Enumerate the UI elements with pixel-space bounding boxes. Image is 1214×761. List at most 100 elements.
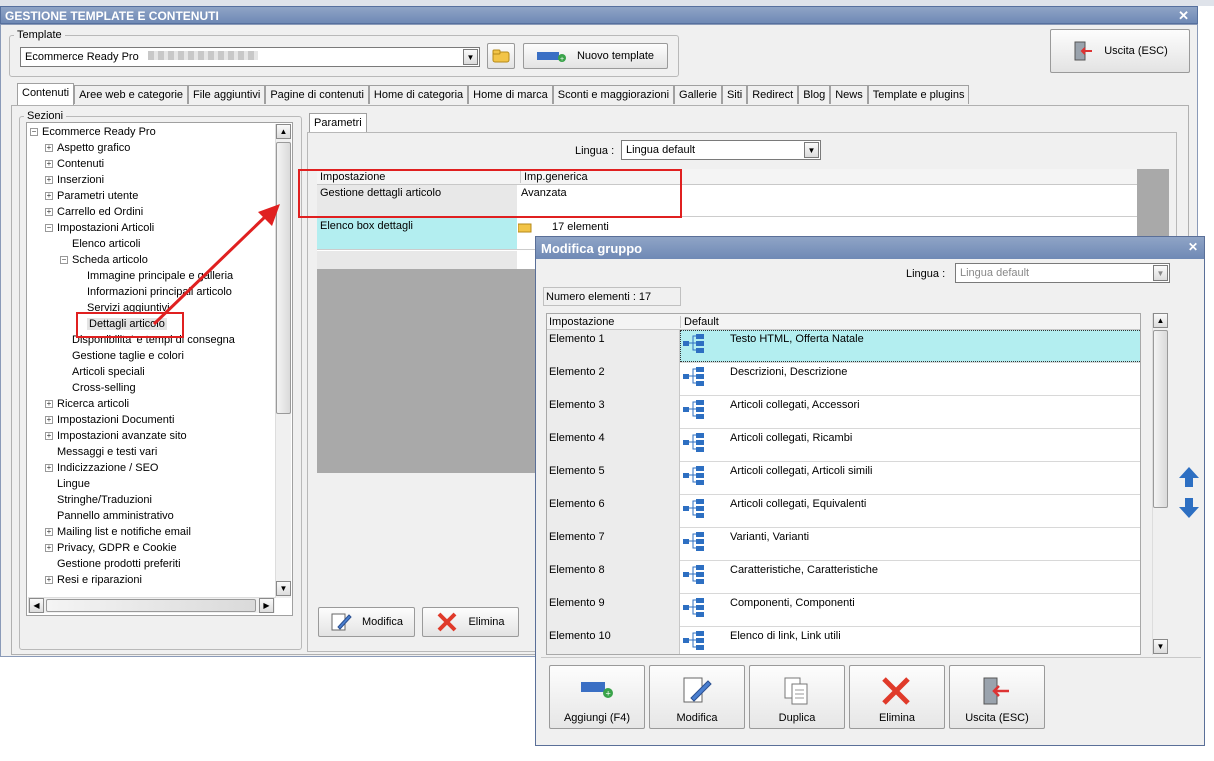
tree-node[interactable]: Stringhe/Traduzioni	[28, 492, 274, 508]
expand-icon[interactable]: +	[45, 176, 53, 185]
expand-icon[interactable]: +	[45, 528, 53, 537]
dialog-row[interactable]: Elemento 5 Articoli collegati, Articoli s…	[547, 462, 1140, 495]
window-close-icon[interactable]: ✕	[1178, 8, 1189, 24]
tree-hscrollbar[interactable]: ◀ ▶	[28, 597, 275, 613]
tab-5[interactable]: Home di marca	[468, 85, 553, 104]
dialog-close-icon[interactable]: ✕	[1188, 240, 1198, 254]
dialog-row[interactable]: Elemento 3 Articoli collegati, Accessori	[547, 396, 1140, 429]
dialog-scroll-thumb[interactable]	[1153, 330, 1168, 508]
tree-node[interactable]: + Contenuti	[28, 156, 274, 172]
chevron-down-icon[interactable]: ▼	[1153, 265, 1168, 281]
tree-node-label: Resi e riparazioni	[57, 574, 142, 586]
scroll-down-icon[interactable]: ▼	[276, 581, 291, 596]
expand-icon[interactable]: +	[45, 192, 53, 201]
expand-icon[interactable]: +	[45, 208, 53, 217]
template-select[interactable]: Ecommerce Ready Pro ▼	[20, 47, 480, 67]
dialog-count: Numero elementi : 17	[543, 287, 681, 306]
chevron-down-icon[interactable]: ▼	[804, 142, 819, 158]
tab-6[interactable]: Sconti e maggiorazioni	[552, 85, 675, 104]
tree-node[interactable]: + Resi e riparazioni	[28, 572, 274, 588]
tab-1[interactable]: Aree web e categorie	[74, 85, 189, 104]
dialog-vscrollbar[interactable]: ▲ ▼	[1152, 313, 1168, 655]
tree-node[interactable]: Cross-selling	[28, 380, 274, 396]
tab-8[interactable]: Siti	[721, 85, 748, 104]
dialog-lingua-select[interactable]: Lingua default ▼	[955, 263, 1170, 283]
collapse-icon[interactable]: −	[60, 256, 68, 265]
edit-button[interactable]: Modifica	[649, 665, 745, 729]
tree-node[interactable]: − Ecommerce Ready Pro	[28, 124, 274, 140]
tree-node-label: Stringhe/Traduzioni	[57, 494, 152, 506]
dialog-row[interactable]: Elemento 6 Articoli collegati, Equivalent…	[547, 495, 1140, 528]
hierarchy-icon	[683, 499, 704, 518]
tree-hscroll-thumb[interactable]	[46, 599, 256, 612]
duplicate-button[interactable]: Duplica	[749, 665, 845, 729]
tree-node[interactable]: Gestione taglie e colori	[28, 348, 274, 364]
tree-node[interactable]: + Indicizzazione / SEO	[28, 460, 274, 476]
open-folder-button[interactable]	[487, 43, 515, 69]
tree-node[interactable]: Gestione prodotti preferiti	[28, 556, 274, 572]
params-lingua-select[interactable]: Lingua default ▼	[621, 140, 821, 160]
add-icon: +	[581, 682, 613, 699]
dialog-row[interactable]: Elemento 4 Articoli collegati, Ricambi	[547, 429, 1140, 462]
tab-3[interactable]: Pagine di contenuti	[265, 85, 369, 104]
params-delete-button[interactable]: Elimina	[422, 607, 519, 637]
tree-node-label: Articoli speciali	[72, 366, 145, 378]
expand-icon[interactable]: +	[45, 464, 53, 473]
tree-node[interactable]: + Ricerca articoli	[28, 396, 274, 412]
dialog-exit-button[interactable]: Uscita (ESC)	[949, 665, 1045, 729]
expand-icon[interactable]: +	[45, 400, 53, 409]
tab-4[interactable]: Home di categoria	[368, 85, 469, 104]
new-template-button[interactable]: + Nuovo template	[523, 43, 668, 69]
params-edit-button[interactable]: Modifica	[318, 607, 415, 637]
dialog-row[interactable]: Elemento 1 Testo HTML, Offerta Natale	[547, 330, 1140, 363]
scroll-up-icon[interactable]: ▲	[276, 124, 291, 139]
chevron-down-icon[interactable]: ▼	[463, 49, 478, 65]
expand-icon[interactable]: +	[45, 576, 53, 585]
expand-icon[interactable]: +	[45, 160, 53, 169]
exit-button[interactable]: Uscita (ESC)	[1050, 29, 1190, 73]
scroll-left-icon[interactable]: ◀	[29, 598, 44, 613]
scroll-right-icon[interactable]: ▶	[259, 598, 274, 613]
tree-node[interactable]: Lingue	[28, 476, 274, 492]
move-up-button[interactable]	[1176, 464, 1202, 490]
tab-9[interactable]: Redirect	[747, 85, 799, 104]
tree-node[interactable]: Messaggi e testi vari	[28, 444, 274, 460]
delete-x-icon	[882, 677, 910, 705]
move-down-button[interactable]	[1176, 495, 1202, 521]
modifica-gruppo-dialog: Modifica gruppo ✕ Lingua : Lingua defaul…	[535, 236, 1205, 746]
tab-10[interactable]: Blog	[798, 85, 831, 104]
expand-icon[interactable]: +	[45, 432, 53, 441]
collapse-icon[interactable]: −	[30, 128, 38, 137]
delete-button[interactable]: Elimina	[849, 665, 945, 729]
dialog-row[interactable]: Elemento 8 Caratteristiche, Caratteristic…	[547, 561, 1140, 594]
expand-icon[interactable]: +	[45, 544, 53, 553]
dialog-row-key: Elemento 9	[547, 594, 680, 627]
tab-parametri[interactable]: Parametri	[309, 113, 367, 133]
tab-2[interactable]: File aggiuntivi	[188, 85, 266, 104]
tree-node[interactable]: + Mailing list e notifiche email	[28, 524, 274, 540]
add-button[interactable]: + Aggiungi (F4)	[549, 665, 645, 729]
tree-node[interactable]: + Privacy, GDPR e Cookie	[28, 540, 274, 556]
scroll-up-icon[interactable]: ▲	[1153, 313, 1168, 328]
scroll-down-icon[interactable]: ▼	[1153, 639, 1168, 654]
tree-vscrollbar[interactable]: ▲ ▼	[275, 124, 291, 598]
expand-icon[interactable]: +	[45, 416, 53, 425]
params-row-setting[interactable]: Elenco box dettagli	[317, 218, 517, 250]
tree-node[interactable]: Pannello amministrativo	[28, 508, 274, 524]
tab-7[interactable]: Gallerie	[674, 85, 722, 104]
tree-node[interactable]: + Aspetto grafico	[28, 140, 274, 156]
tree-node[interactable]: Articoli speciali	[28, 364, 274, 380]
dialog-row[interactable]: Elemento 7 Varianti, Varianti	[547, 528, 1140, 561]
tab-0[interactable]: Contenuti	[17, 83, 75, 105]
tab-12[interactable]: Template e plugins	[867, 85, 970, 104]
tab-11[interactable]: News	[830, 85, 868, 104]
expand-icon[interactable]: +	[45, 144, 53, 153]
dialog-row[interactable]: Elemento 9 Componenti, Componenti	[547, 594, 1140, 627]
delete-button-label: Elimina	[878, 712, 916, 724]
collapse-icon[interactable]: −	[45, 224, 53, 233]
dialog-row[interactable]: Elemento 10 Elenco di link, Link utili	[547, 627, 1140, 654]
tree-node[interactable]: + Impostazioni avanzate sito	[28, 428, 274, 444]
dialog-row[interactable]: Elemento 2 Descrizioni, Descrizione	[547, 363, 1140, 396]
tree-node[interactable]: + Inserzioni	[28, 172, 274, 188]
tree-node[interactable]: + Impostazioni Documenti	[28, 412, 274, 428]
